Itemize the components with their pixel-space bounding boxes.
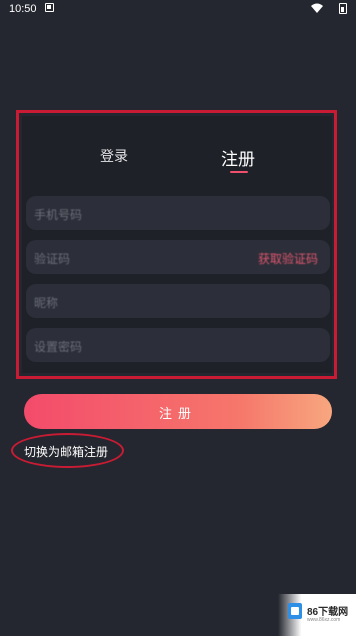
register-button-label: 注册: [158, 407, 197, 422]
wifi-icon: [311, 3, 323, 13]
nickname-field[interactable]: 昵称: [26, 284, 330, 318]
watermark: 86下载网 www.86xz.com: [278, 594, 356, 636]
register-button[interactable]: 注册: [24, 394, 332, 429]
tab-register[interactable]: 注册: [221, 145, 255, 170]
nickname-placeholder: 昵称: [34, 296, 59, 310]
notification-icon: [45, 3, 54, 12]
phone-placeholder: 手机号码: [34, 208, 83, 222]
password-placeholder: 设置密码: [34, 340, 83, 354]
switch-email-link[interactable]: 切换为邮箱注册: [24, 443, 108, 460]
get-code-button[interactable]: 获取验证码: [258, 250, 318, 267]
status-bar: 10:50: [0, 0, 356, 18]
tab-indicator: [230, 171, 248, 173]
watermark-domain: www.86xz.com: [307, 617, 341, 623]
watermark-brand: 86下载网: [307, 607, 349, 618]
battery-icon: [339, 3, 347, 14]
code-field[interactable]: 验证码 获取验证码: [26, 240, 330, 274]
phone-field[interactable]: 手机号码: [26, 196, 330, 230]
status-time: 10:50: [9, 3, 37, 15]
password-field[interactable]: 设置密码: [26, 328, 330, 362]
tab-login[interactable]: 登录: [100, 146, 128, 166]
watermark-logo-icon: [288, 603, 302, 619]
code-placeholder: 验证码: [34, 252, 71, 266]
